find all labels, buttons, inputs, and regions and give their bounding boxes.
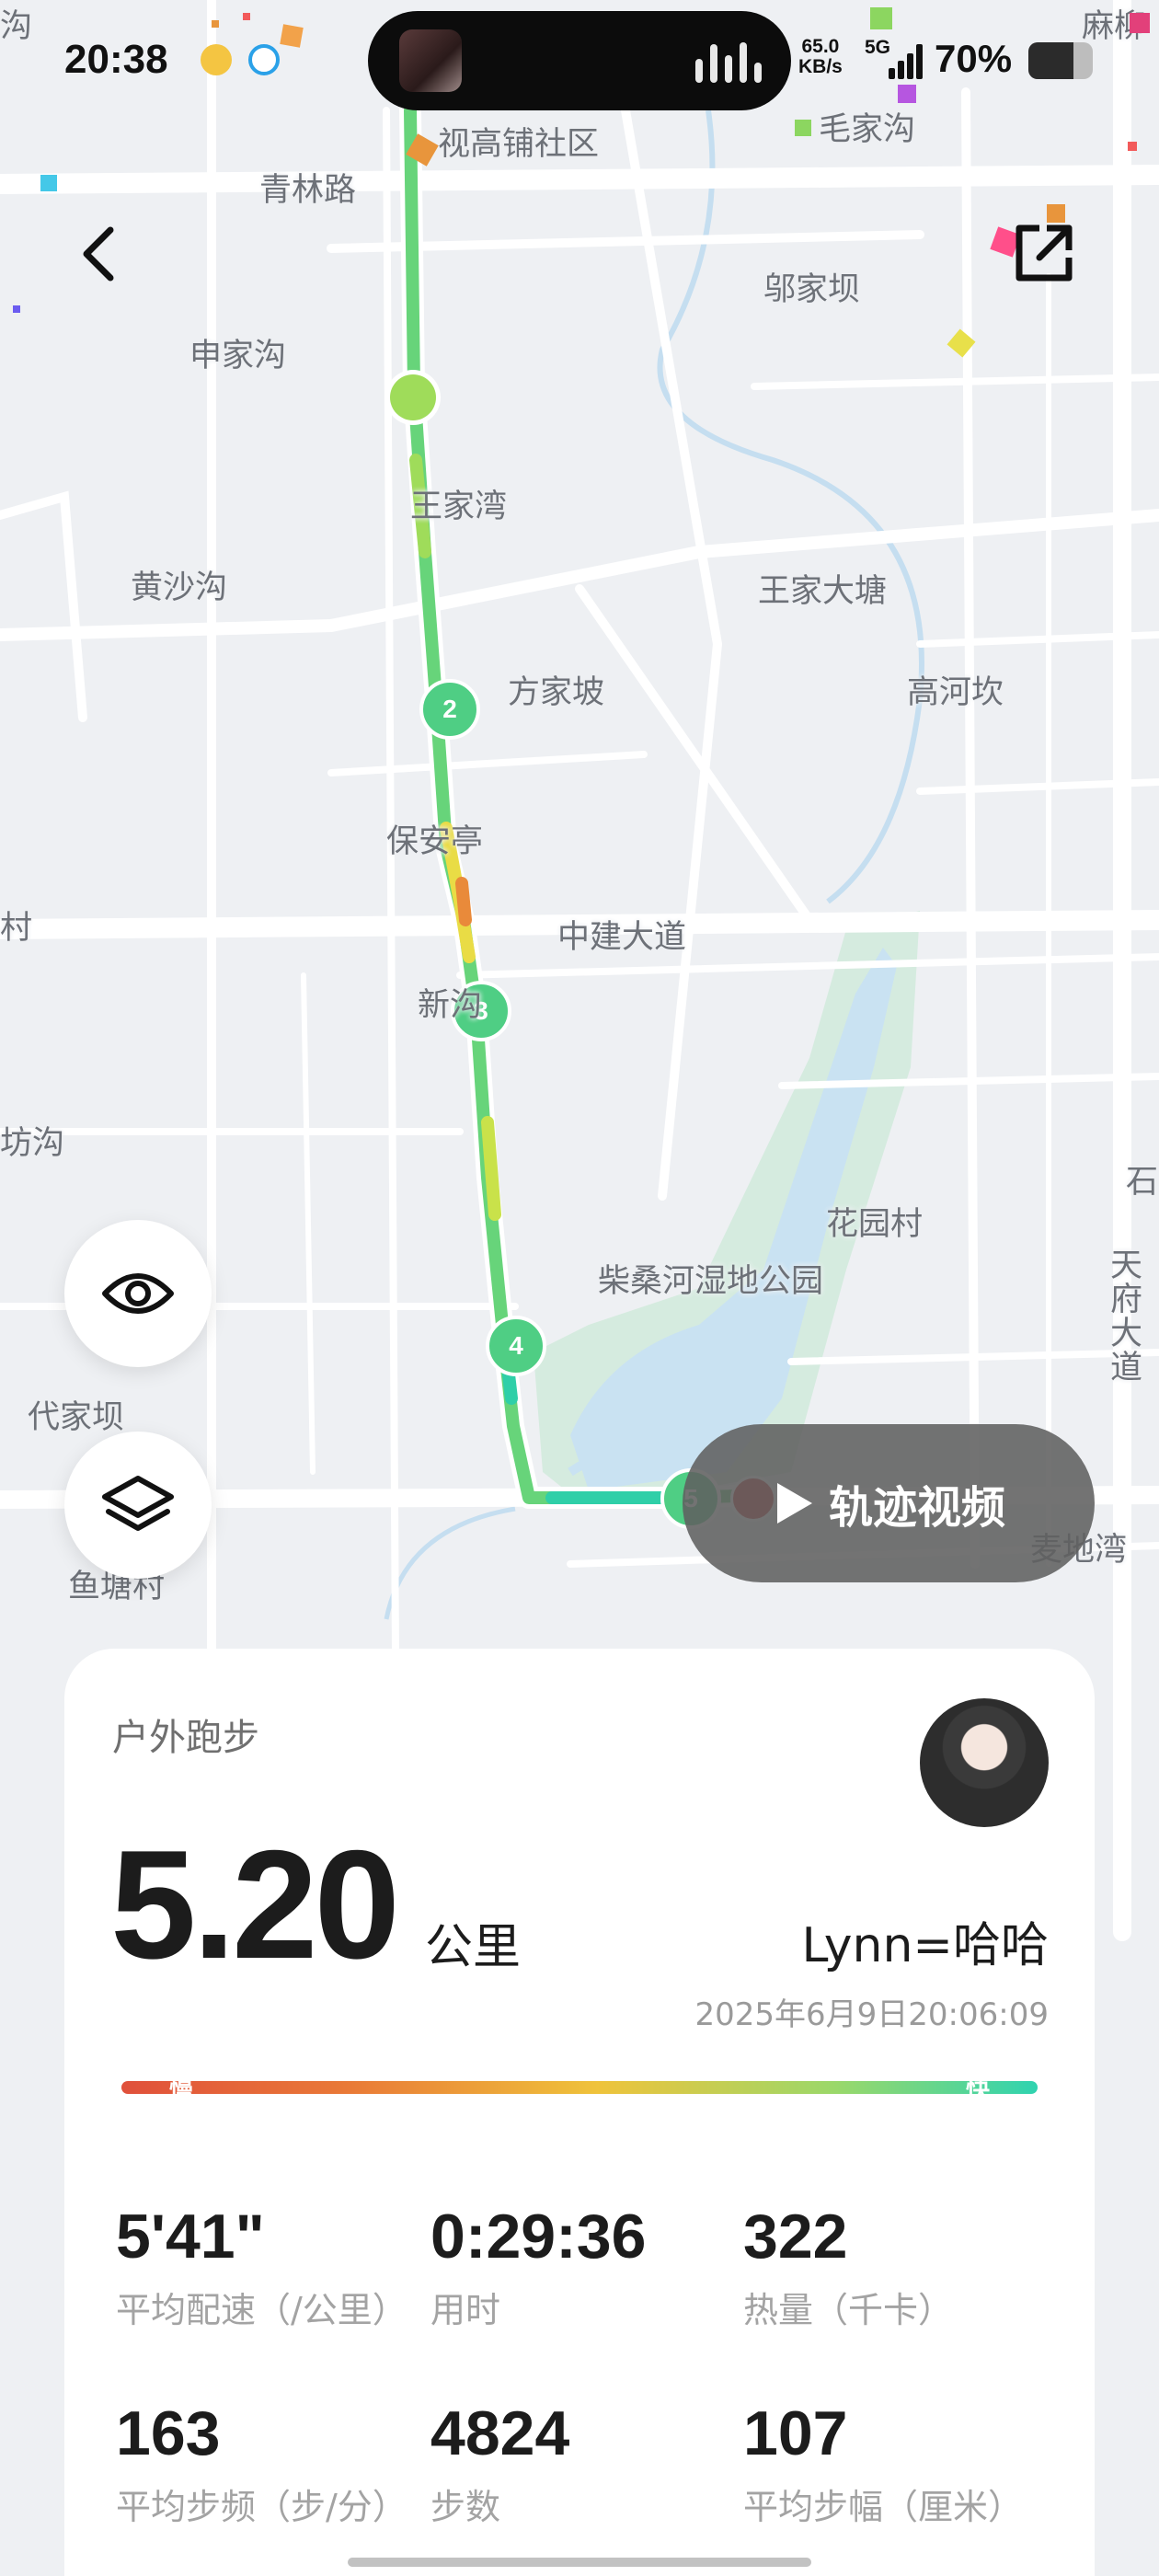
stat-duration: 0:29:36 用时	[430, 2201, 646, 2332]
stat-value: 163	[116, 2398, 221, 2468]
stat-stride: 107 平均步幅（厘米）	[743, 2398, 1023, 2529]
map-label: 花园村	[826, 1206, 924, 1243]
stat-label: 热量（千卡）	[743, 2290, 954, 2330]
distance-unit: 公里	[425, 1920, 522, 1975]
map-label: 方家坡	[508, 674, 605, 711]
stat-label: 平均步频（步/分）	[116, 2487, 407, 2527]
track-video-button[interactable]: 轨迹视频	[683, 1424, 1095, 1582]
map-label: 坊沟	[0, 1125, 65, 1162]
sport-type: 户外跑步	[112, 1717, 259, 1759]
user-avatar[interactable]	[920, 1698, 1049, 1827]
stat-label: 平均配速（/公里）	[116, 2290, 407, 2330]
stat-steps: 4824 步数	[430, 2398, 569, 2529]
music-cover-icon	[399, 29, 462, 92]
stat-calories: 322 热量（千卡）	[743, 2201, 953, 2332]
map-layers-button[interactable]	[64, 1432, 212, 1579]
map-label: 中建大道	[557, 919, 687, 956]
external-link-icon	[1016, 224, 1073, 282]
stat-avg-pace: 5'41" 平均配速（/公里）	[116, 2201, 407, 2332]
map-label: 天府大道	[1105, 1248, 1142, 1384]
play-icon	[776, 1483, 812, 1524]
chat-notification-icon	[248, 44, 280, 75]
stat-value: 0:29:36	[430, 2202, 647, 2271]
pace-fast-label: 快	[966, 2077, 991, 2105]
workout-date: 2025年6月9日20:06:09	[694, 1996, 1050, 2033]
workout-summary-card: 户外跑步 5.20 公里 Lynn=哈哈 2025年6月9日20:06:09 慢…	[64, 1649, 1095, 2576]
net-speed: 65.0 KB/s	[798, 36, 843, 77]
track-video-label: 轨迹视频	[828, 1482, 1005, 1534]
map-label: 保安亭	[386, 823, 484, 860]
audio-wave-icon	[695, 39, 762, 83]
stat-value: 322	[743, 2202, 848, 2271]
user-name: Lynn=哈哈	[801, 1918, 1049, 1973]
back-button[interactable]	[70, 221, 125, 287]
map-label: 王家湾	[410, 489, 508, 525]
stat-value: 5'41"	[116, 2202, 265, 2271]
signal-icon	[883, 42, 924, 79]
map-label: 村	[0, 910, 33, 947]
km-marker-4: 4	[486, 1316, 546, 1376]
map-label: 王家大塘	[758, 573, 888, 610]
distance-value: 5.20	[110, 1818, 400, 1991]
map-label: 柴桑河湿地公园	[598, 1263, 824, 1300]
map-label: 代家坝	[28, 1399, 125, 1436]
visibility-button[interactable]	[64, 1220, 212, 1367]
battery-icon	[1028, 42, 1093, 79]
share-button[interactable]	[1012, 221, 1076, 285]
layers-icon	[102, 1476, 174, 1531]
stat-label: 步数	[430, 2487, 501, 2527]
map-label: 高河坎	[907, 674, 1004, 711]
stat-cadence: 163 平均步频（步/分）	[116, 2398, 407, 2529]
map-label: 新沟	[418, 987, 483, 1024]
map-label: 黄沙沟	[131, 569, 228, 606]
app-notification-icon	[201, 44, 232, 75]
dynamic-island[interactable]	[368, 11, 791, 110]
stat-label: 平均步幅（厘米）	[743, 2487, 1024, 2527]
pace-gradient-bar	[121, 2081, 1038, 2094]
home-indicator[interactable]	[348, 2558, 811, 2567]
chevron-left-icon	[83, 226, 114, 282]
eye-icon	[102, 1273, 174, 1314]
stat-value: 4824	[430, 2398, 570, 2468]
stat-value: 107	[743, 2398, 848, 2468]
pace-slow-label: 慢	[169, 2077, 194, 2105]
km-marker-2: 2	[419, 679, 480, 740]
battery-percent: 70%	[935, 37, 1013, 80]
status-time: 20:38	[64, 37, 168, 82]
map-label: 石	[1126, 1164, 1159, 1201]
stat-label: 用时	[430, 2290, 501, 2330]
